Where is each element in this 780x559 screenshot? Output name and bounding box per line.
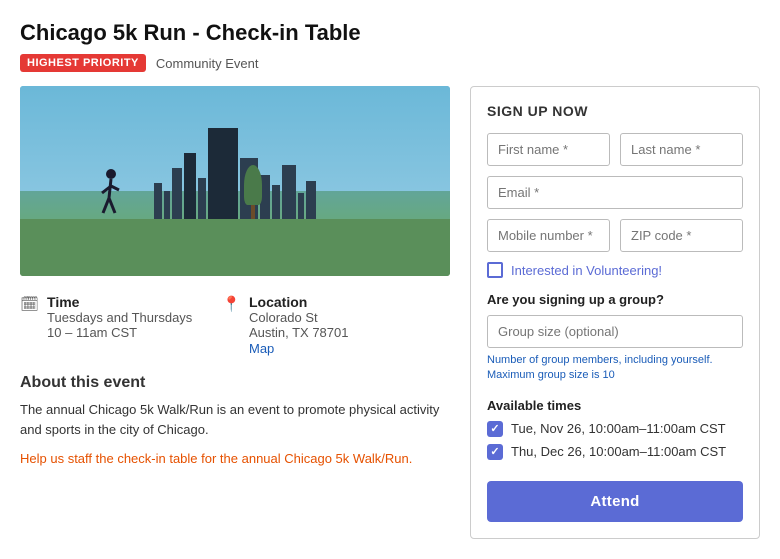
attend-button[interactable]: Attend <box>487 481 743 522</box>
zip-input[interactable] <box>620 219 743 252</box>
event-image <box>20 86 450 276</box>
location-block: 📍 Location Colorado St Austin, TX 78701 … <box>222 294 348 356</box>
time-option-1[interactable]: Tue, Nov 26, 10:00am–11:00am CST <box>487 421 743 437</box>
time-checkbox-2[interactable] <box>487 444 503 460</box>
event-type-badge: Community Event <box>156 56 259 71</box>
location-address: Colorado St <box>249 310 349 325</box>
group-section-title: Are you signing up a group? <box>487 292 743 307</box>
page-title: Chicago 5k Run - Check-in Table <box>20 20 760 46</box>
name-row <box>487 133 743 166</box>
left-column: 🗓 Time Tuesdays and Thursdays 10 – 11am … <box>20 86 450 539</box>
location-city: Austin, TX 78701 <box>249 325 349 340</box>
location-icon: 📍 <box>222 295 241 356</box>
about-text: The annual Chicago 5k Walk/Run is an eve… <box>20 400 450 439</box>
about-title: About this event <box>20 374 450 392</box>
about-section: About this event The annual Chicago 5k W… <box>20 374 450 469</box>
signup-panel: SIGN UP NOW Interested in Volunteering! … <box>470 86 760 539</box>
email-input[interactable] <box>487 176 743 209</box>
time-block: 🗓 Time Tuesdays and Thursdays 10 – 11am … <box>20 294 192 356</box>
time-option-2[interactable]: Thu, Dec 26, 10:00am–11:00am CST <box>487 444 743 460</box>
email-row <box>487 176 743 209</box>
mobile-input[interactable] <box>487 219 610 252</box>
about-highlight: Help us staff the check-in table for the… <box>20 449 450 469</box>
time-checkbox-1[interactable] <box>487 421 503 437</box>
signup-title: SIGN UP NOW <box>487 103 743 119</box>
time-icon: 🗓 <box>20 295 39 356</box>
time-hours: 10 – 11am CST <box>47 325 192 340</box>
event-info-row: 🗓 Time Tuesdays and Thursdays 10 – 11am … <box>20 290 450 356</box>
priority-badge: HIGHEST PRIORITY <box>20 54 146 72</box>
volunteering-row[interactable]: Interested in Volunteering! <box>487 262 743 278</box>
time-label: Time <box>47 294 192 310</box>
group-hint-line1: Number of group members, including yours… <box>487 354 713 366</box>
skyline <box>20 128 450 223</box>
location-label: Location <box>249 294 349 310</box>
time-label-2: Thu, Dec 26, 10:00am–11:00am CST <box>511 444 726 459</box>
mobile-zip-row <box>487 219 743 252</box>
map-link[interactable]: Map <box>249 341 274 356</box>
first-name-input[interactable] <box>487 133 610 166</box>
group-hint-line2: Maximum group size is 10 <box>487 369 615 381</box>
runner-figure <box>97 168 125 223</box>
tree-figure <box>244 165 262 225</box>
group-size-input[interactable] <box>487 315 743 348</box>
water-reflection <box>20 219 450 242</box>
time-days: Tuesdays and Thursdays <box>47 310 192 325</box>
volunteering-label: Interested in Volunteering! <box>511 263 662 278</box>
last-name-input[interactable] <box>620 133 743 166</box>
group-hint: Number of group members, including yours… <box>487 353 743 384</box>
time-label-1: Tue, Nov 26, 10:00am–11:00am CST <box>511 421 726 436</box>
volunteering-checkbox[interactable] <box>487 262 503 278</box>
available-times-title: Available times <box>487 398 743 413</box>
